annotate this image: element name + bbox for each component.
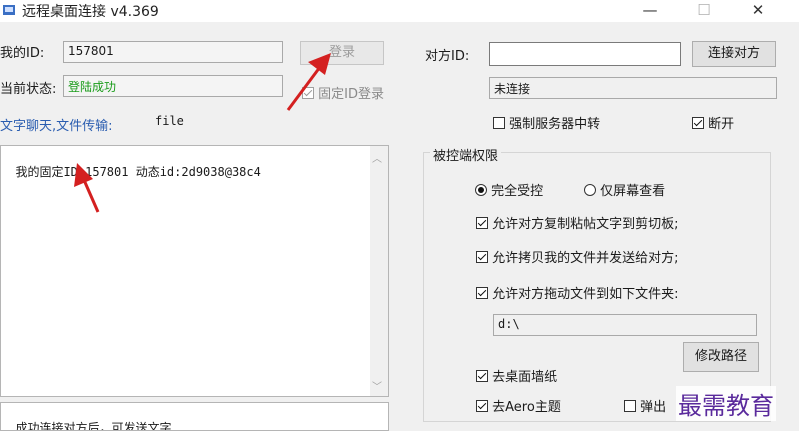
watermark-text: 最需教育 xyxy=(676,386,776,421)
remove-wallpaper-label: 去桌面墙纸 xyxy=(492,370,558,385)
force-relay-checkbox[interactable] xyxy=(493,117,505,129)
my-id-field[interactable]: 157801 xyxy=(63,41,283,63)
disconnect-checkbox[interactable] xyxy=(692,117,704,129)
force-relay-option[interactable]: 强制服务器中转 xyxy=(493,113,600,132)
popup-option[interactable]: 弹出 xyxy=(624,396,666,415)
log-line: 我的固定ID:157801 动态id:2d9038@38c4 xyxy=(15,165,261,179)
allow-send-files-checkbox[interactable] xyxy=(476,251,488,263)
folder-path-field[interactable]: d:\ xyxy=(493,314,757,336)
remove-wallpaper-checkbox[interactable] xyxy=(476,370,488,382)
app-icon xyxy=(3,5,15,15)
screen-only-label: 仅屏幕查看 xyxy=(600,184,666,199)
fixed-id-login-label: 固定ID登录 xyxy=(318,87,384,102)
disconnect-label: 断开 xyxy=(708,117,735,132)
remove-wallpaper-option[interactable]: 去桌面墙纸 xyxy=(476,366,557,385)
change-path-button[interactable]: 修改路径 xyxy=(683,342,759,372)
screen-only-radio[interactable] xyxy=(584,184,596,196)
full-control-option[interactable]: 完全受控 xyxy=(475,180,543,199)
scroll-down-icon[interactable]: ﹀ xyxy=(372,378,382,393)
allow-copy-paste-checkbox[interactable] xyxy=(476,217,488,229)
screen-only-option[interactable]: 仅屏幕查看 xyxy=(584,180,665,199)
allow-drag-files-label: 允许对方拖动文件到如下文件夹: xyxy=(492,287,679,302)
chat-log-scrollbar[interactable] xyxy=(370,146,388,396)
message-placeholder: 成功连接对方后，可发送文字... xyxy=(15,421,194,431)
window-title: 远程桌面连接 v4.369 xyxy=(22,4,159,20)
maximize-button[interactable]: ☐ xyxy=(686,0,722,22)
message-input[interactable]: 成功连接对方后，可发送文字... xyxy=(0,402,389,431)
remove-aero-option[interactable]: 去Aero主题 xyxy=(476,396,561,415)
chat-file-link[interactable]: 文字聊天,文件传输: xyxy=(0,115,113,134)
chat-log-area[interactable]: 我的固定ID:157801 动态id:2d9038@38c4 xyxy=(0,145,389,397)
close-button[interactable]: ✕ xyxy=(740,0,776,22)
connect-button[interactable]: 连接对方 xyxy=(692,41,776,67)
popup-label: 弹出 xyxy=(640,400,667,415)
popup-checkbox[interactable] xyxy=(624,400,636,412)
status-label: 当前状态: xyxy=(0,82,57,97)
full-control-radio[interactable] xyxy=(475,184,487,196)
allow-drag-files-option[interactable]: 允许对方拖动文件到如下文件夹: xyxy=(476,283,679,302)
fixed-id-login-checkbox[interactable] xyxy=(302,87,314,99)
allow-copy-paste-option[interactable]: 允许对方复制粘帖文字到剪切板; xyxy=(476,213,679,232)
minimize-button[interactable]: — xyxy=(632,0,668,22)
login-button[interactable]: 登录 xyxy=(300,41,384,65)
full-control-label: 完全受控 xyxy=(491,184,544,199)
allow-send-files-label: 允许拷贝我的文件并发送给对方; xyxy=(492,251,679,266)
connection-status-field: 未连接 xyxy=(489,77,777,99)
peer-id-input[interactable] xyxy=(489,42,681,66)
disconnect-option[interactable]: 断开 xyxy=(692,113,734,132)
permissions-group-title: 被控端权限 xyxy=(430,145,502,164)
file-label: file xyxy=(155,114,184,128)
fixed-id-login-option[interactable]: 固定ID登录 xyxy=(302,83,384,102)
my-id-label: 我的ID: xyxy=(0,46,45,61)
remove-aero-checkbox[interactable] xyxy=(476,400,488,412)
status-field: 登陆成功 xyxy=(63,75,283,97)
allow-drag-files-checkbox[interactable] xyxy=(476,287,488,299)
allow-copy-paste-label: 允许对方复制粘帖文字到剪切板; xyxy=(492,217,679,232)
force-relay-label: 强制服务器中转 xyxy=(509,117,601,132)
allow-send-files-option[interactable]: 允许拷贝我的文件并发送给对方; xyxy=(476,247,679,266)
scroll-up-icon[interactable]: ︿ xyxy=(372,150,382,165)
peer-id-label: 对方ID: xyxy=(425,49,470,64)
remove-aero-label: 去Aero主题 xyxy=(492,400,561,415)
